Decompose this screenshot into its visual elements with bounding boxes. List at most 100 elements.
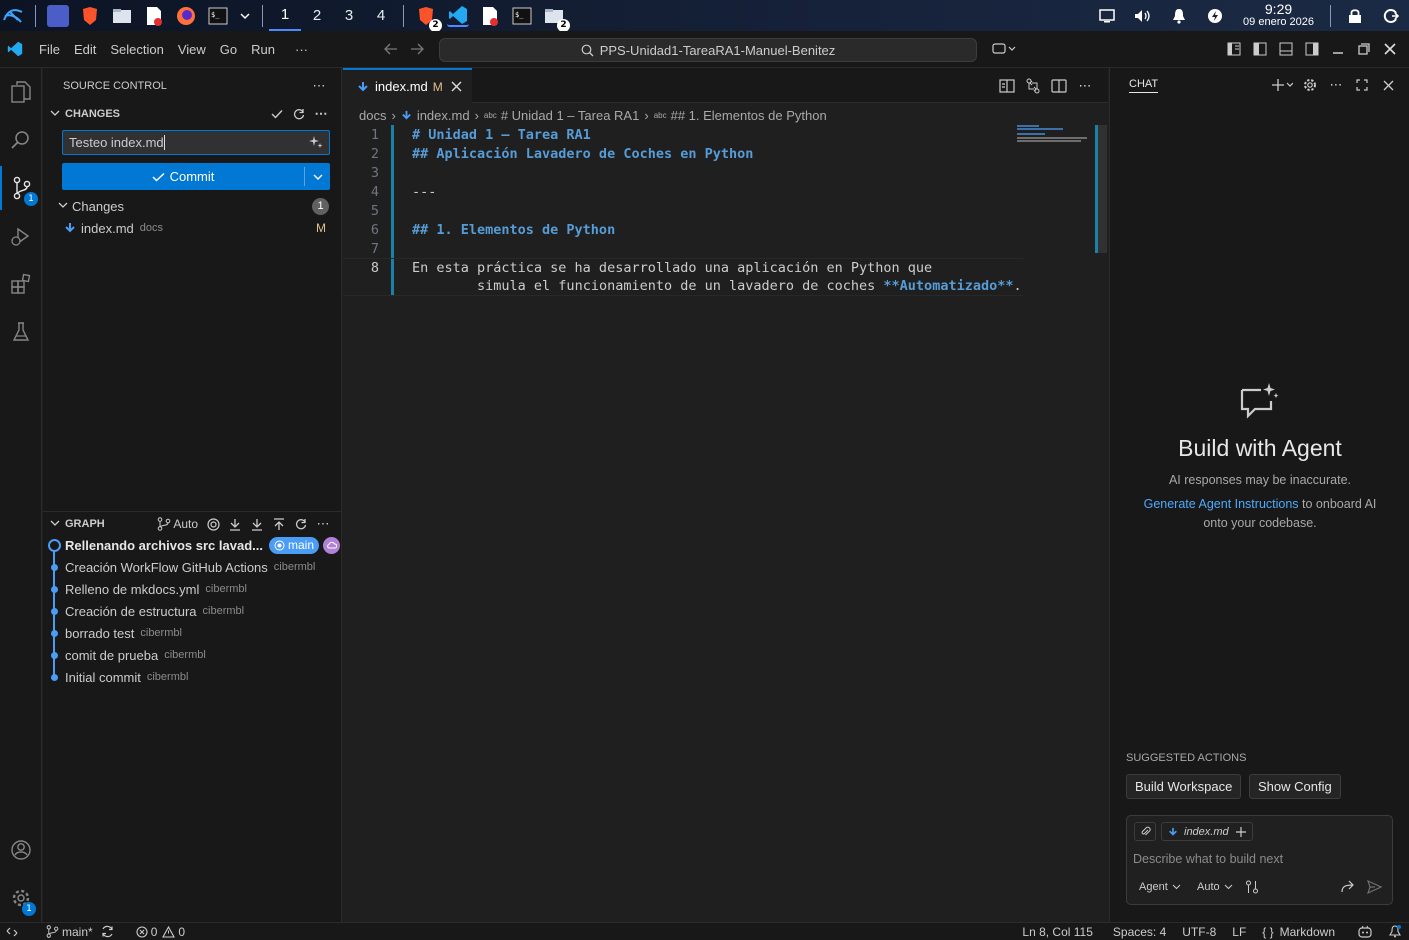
- language-mode[interactable]: { } Markdown: [1254, 923, 1343, 940]
- volume-icon[interactable]: [1133, 6, 1153, 26]
- customize-layout-icon[interactable]: [1221, 36, 1247, 62]
- context-file-chip[interactable]: index.md: [1161, 822, 1253, 841]
- tools-icon[interactable]: [1245, 880, 1259, 898]
- menu-run[interactable]: Run: [244, 37, 282, 61]
- workspace-3[interactable]: 3: [333, 0, 365, 31]
- sync-icon[interactable]: [101, 925, 114, 938]
- more-actions-icon[interactable]: ⋯: [1323, 74, 1349, 96]
- lock-icon[interactable]: [1345, 6, 1365, 26]
- menu-more[interactable]: ···: [288, 37, 315, 61]
- close-icon[interactable]: [1377, 36, 1403, 62]
- logout-icon[interactable]: [1381, 6, 1401, 26]
- commit-message-input[interactable]: Testeo index.md: [62, 130, 330, 155]
- branch-status[interactable]: main*: [38, 923, 122, 940]
- refresh-icon[interactable]: [290, 513, 312, 535]
- maximize-icon[interactable]: [1351, 36, 1377, 62]
- power-manager-icon[interactable]: [1205, 6, 1225, 26]
- close-icon[interactable]: [1375, 74, 1401, 96]
- graph-branch-selector[interactable]: Auto: [157, 517, 198, 531]
- delegate-forward-icon[interactable]: [1341, 880, 1355, 897]
- source-control-icon[interactable]: 1: [0, 166, 42, 210]
- graph-commit-row[interactable]: Rellenando archivos src lavad... main: [43, 534, 342, 556]
- changes-section-header[interactable]: CHANGES ⋯: [43, 103, 342, 125]
- commit-button[interactable]: Commit: [62, 163, 330, 190]
- menu-go[interactable]: Go: [213, 37, 244, 61]
- clock[interactable]: 9:29 09 enero 2026: [1243, 2, 1314, 29]
- manage-gear-icon[interactable]: 1: [0, 876, 42, 920]
- open-preview-side-icon[interactable]: [994, 75, 1020, 97]
- vscode-window-icon[interactable]: [447, 5, 469, 27]
- changes-group-row[interactable]: Changes 1: [43, 195, 342, 217]
- sparkle-generate-icon[interactable]: [309, 135, 323, 152]
- agent-mode-selector[interactable]: Agent: [1139, 881, 1181, 893]
- gear-icon[interactable]: [1297, 74, 1323, 96]
- text-editor-icon[interactable]: [143, 5, 165, 27]
- more-actions-icon[interactable]: ⋯: [312, 513, 334, 535]
- copilot-chat-icon[interactable]: [988, 36, 1020, 62]
- fetch-icon[interactable]: [224, 513, 246, 535]
- tab-index-md[interactable]: index.md M: [343, 68, 472, 103]
- menu-file[interactable]: File: [32, 37, 67, 61]
- graph-commit-row[interactable]: Creación WorkFlow GitHub Actions cibermb…: [43, 556, 342, 578]
- accounts-icon[interactable]: [0, 828, 42, 872]
- problems-status[interactable]: 0 0: [128, 923, 193, 940]
- run-debug-icon[interactable]: [0, 214, 42, 258]
- push-icon[interactable]: [268, 513, 290, 535]
- target-icon[interactable]: [202, 513, 224, 535]
- cursor-position[interactable]: Ln 8, Col 115: [1014, 923, 1101, 940]
- refresh-icon[interactable]: [288, 103, 310, 125]
- testing-flask-icon[interactable]: [0, 310, 42, 354]
- graph-commit-row[interactable]: Relleno de mkdocs.yml cibermbl: [43, 578, 342, 600]
- graph-commit-row[interactable]: Creación de estructura cibermbl: [43, 600, 342, 622]
- notifications-bell-icon[interactable]: [1381, 923, 1409, 940]
- menu-view[interactable]: View: [171, 37, 213, 61]
- screen-icon[interactable]: [1097, 6, 1117, 26]
- send-icon[interactable]: [1366, 879, 1383, 898]
- open-changes-icon[interactable]: [1020, 75, 1046, 97]
- copilot-icon[interactable]: [1349, 923, 1381, 940]
- code-editor[interactable]: 1 # Unidad 1 – Tarea RA1 2 ## Aplicación…: [343, 125, 1023, 425]
- changed-file-row[interactable]: index.md docs M: [43, 217, 342, 239]
- menu-edit[interactable]: Edit: [67, 37, 103, 61]
- back-arrow-icon[interactable]: [378, 36, 404, 62]
- toggle-primary-sidebar-icon[interactable]: [1247, 36, 1273, 62]
- search-icon[interactable]: [0, 118, 42, 162]
- suggested-action-build-workspace[interactable]: Build Workspace: [1126, 774, 1242, 799]
- toggle-secondary-sidebar-icon[interactable]: [1299, 36, 1325, 62]
- toggle-panel-icon[interactable]: [1273, 36, 1299, 62]
- commit-dropdown-chevron-icon[interactable]: [305, 173, 330, 181]
- remote-icon[interactable]: [0, 923, 24, 940]
- more-actions-icon[interactable]: ⋯: [1072, 75, 1098, 97]
- command-center-search[interactable]: PPS-Unidad1-TareaRA1-Manuel-Benitez: [439, 38, 977, 62]
- minimap[interactable]: [1015, 125, 1091, 145]
- breadcrumb-heading-2[interactable]: ## 1. Elementos de Python: [671, 108, 827, 123]
- forward-arrow-icon[interactable]: [404, 36, 430, 62]
- notification-bell-icon[interactable]: [1169, 6, 1189, 26]
- file-manager-window-icon[interactable]: 2: [543, 5, 570, 32]
- workspace-4[interactable]: 4: [365, 0, 397, 31]
- minimize-icon[interactable]: [1325, 36, 1351, 62]
- graph-commit-row[interactable]: comit de prueba cibermbl: [43, 644, 342, 666]
- file-manager-icon[interactable]: [111, 5, 133, 27]
- more-actions-icon[interactable]: ⋯: [308, 75, 330, 97]
- extensions-icon[interactable]: [0, 262, 42, 306]
- firefox-icon[interactable]: [175, 5, 197, 27]
- terminal-window-icon[interactable]: $_: [511, 5, 533, 27]
- kali-menu-icon[interactable]: [2, 5, 24, 27]
- add-context-plus-icon[interactable]: [1235, 826, 1246, 837]
- indentation[interactable]: Spaces: 4: [1105, 923, 1174, 940]
- split-editor-icon[interactable]: [1046, 75, 1072, 97]
- end-of-line[interactable]: LF: [1224, 923, 1254, 940]
- suggested-action-show-config[interactable]: Show Config: [1249, 774, 1341, 799]
- chevron-down-icon[interactable]: [239, 5, 251, 27]
- breadcrumb-folder[interactable]: docs: [359, 108, 386, 123]
- graph-commit-row[interactable]: Initial commit cibermbl: [43, 666, 342, 688]
- breadcrumb-file[interactable]: index.md: [417, 108, 470, 123]
- breadcrumb-heading-1[interactable]: # Unidad 1 – Tarea RA1: [501, 108, 640, 123]
- workspace-1[interactable]: 1: [269, 0, 301, 31]
- more-actions-icon[interactable]: ⋯: [310, 103, 332, 125]
- brave-window-icon[interactable]: 2: [415, 5, 442, 32]
- new-chat-plus-icon[interactable]: [1267, 74, 1297, 96]
- text-editor-window-icon[interactable]: [479, 5, 501, 27]
- graph-commit-row[interactable]: borrado test cibermbl: [43, 622, 342, 644]
